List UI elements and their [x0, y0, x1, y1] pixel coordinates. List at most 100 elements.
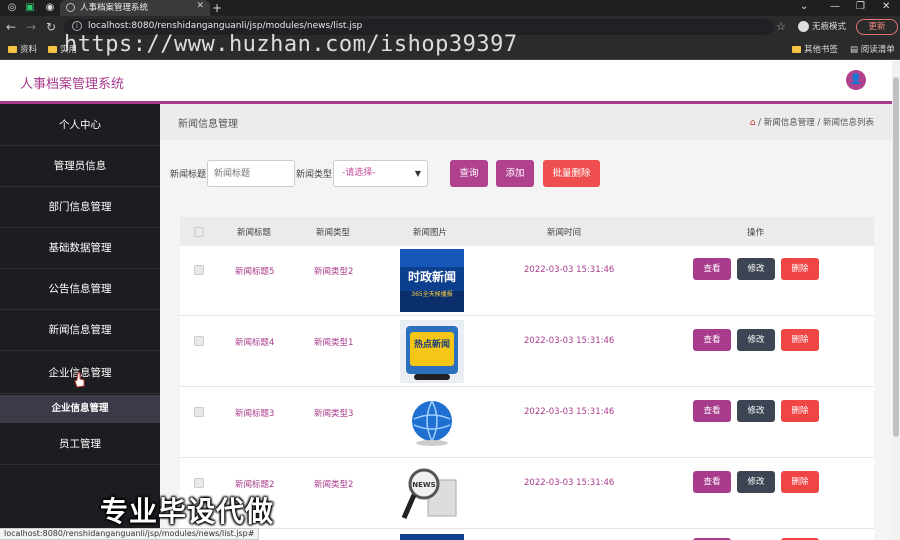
view-button[interactable]: 查看: [693, 329, 731, 351]
edit-button[interactable]: 修改: [737, 258, 775, 280]
news-table: 新闻标题 新闻类型 新闻图片 新闻时间 操作 新闻标题5 新闻类型2 时政新闻 …: [180, 217, 874, 540]
chevron-down-icon: ▼: [414, 169, 421, 178]
reading-list[interactable]: ▤ 阅读清单: [850, 43, 895, 55]
incognito-label: 无痕模式: [812, 22, 847, 32]
update-button[interactable]: 更新: [856, 19, 898, 35]
cell-type: 新闻类型2: [314, 480, 354, 490]
sidebar-item-personal-center[interactable]: 个人中心: [0, 104, 160, 146]
news-image-shizheng-icon: 时政新闻 365全天候播报: [400, 249, 464, 312]
scrollbar-thumb[interactable]: [893, 77, 899, 437]
edit-button[interactable]: 修改: [737, 400, 775, 422]
column-header-title: 新闻标题: [237, 228, 272, 238]
info-icon[interactable]: i: [72, 21, 82, 31]
back-icon[interactable]: ←: [6, 20, 16, 34]
cell-type: 新闻类型2: [314, 267, 354, 277]
type-select-value: -请选择-: [342, 168, 376, 178]
watermark-slogan: 专业毕设代做: [100, 495, 275, 528]
cell-title: 新闻标题2: [235, 480, 275, 490]
delete-button[interactable]: 删除: [781, 471, 819, 493]
news-image-partial: [400, 534, 464, 540]
cell-time: 2022-03-03 15:31:46: [524, 336, 615, 346]
bookmarks-bar: 资料 实用 其他书签 ▤ 阅读清单: [0, 38, 900, 60]
bookmark-label: 阅读清单: [860, 45, 895, 55]
sidebar-item-news[interactable]: 新闻信息管理: [0, 309, 160, 351]
delete-button[interactable]: 删除: [781, 329, 819, 351]
app-tab-icon[interactable]: ▣: [24, 2, 36, 14]
page-title: 新闻信息管理: [178, 119, 238, 130]
bookmark-star-icon[interactable]: ☆: [776, 20, 786, 33]
forward-icon[interactable]: →: [26, 20, 36, 34]
edit-button[interactable]: 修改: [737, 329, 775, 351]
batch-delete-button[interactable]: 批量删除: [543, 160, 600, 187]
news-image: 热点新闻: [400, 320, 464, 383]
tab-close-icon[interactable]: ✕: [196, 1, 204, 11]
image-subcaption: 365全天候播报: [411, 290, 452, 298]
home-icon[interactable]: ⌂: [750, 118, 756, 128]
row-checkbox[interactable]: [194, 265, 204, 275]
column-header-time: 新闻时间: [547, 228, 582, 238]
incognito-indicator[interactable]: 无痕模式: [798, 20, 846, 32]
view-button[interactable]: 查看: [693, 400, 731, 422]
url-input[interactable]: i localhost:8080/renshidanganguanli/jsp/…: [64, 19, 774, 35]
folder-icon: [792, 46, 801, 53]
page-scrollbar[interactable]: [892, 61, 900, 540]
cell-type: 新闻类型3: [314, 409, 354, 419]
reload-icon[interactable]: ↻: [46, 20, 56, 34]
sidebar-item-notice[interactable]: 公告信息管理: [0, 268, 160, 310]
folder-icon: [48, 46, 57, 53]
row-checkbox[interactable]: [194, 407, 204, 417]
row-checkbox[interactable]: [194, 336, 204, 346]
type-select[interactable]: -请选择- ▼: [333, 160, 428, 187]
row-checkbox[interactable]: [194, 478, 204, 488]
query-button[interactable]: 查询: [450, 160, 488, 187]
type-filter-label: 新闻类型: [296, 170, 333, 180]
sidebar-item-employee[interactable]: 员工管理: [0, 423, 160, 465]
cell-title: 新闻标题5: [235, 267, 275, 277]
news-image: NEWS: [400, 462, 464, 525]
restore-icon[interactable]: ❐: [856, 1, 865, 12]
edit-button[interactable]: 修改: [737, 471, 775, 493]
delete-button[interactable]: 删除: [781, 258, 819, 280]
tab-title: 人事档案管理系统: [80, 3, 149, 13]
news-image-globe-icon: [400, 391, 464, 454]
tab-favicon-icon: [66, 3, 75, 12]
news-image-redian-icon: 热点新闻: [400, 320, 464, 383]
chevron-down-icon[interactable]: ⌄: [800, 1, 808, 12]
delete-button[interactable]: 删除: [781, 400, 819, 422]
bookmark-folder-2[interactable]: 实用: [48, 43, 77, 55]
column-header-type: 新闻类型: [316, 228, 351, 238]
sidebar-item-admin[interactable]: 管理员信息: [0, 145, 160, 187]
table-row: [180, 530, 874, 540]
new-tab-icon[interactable]: +: [212, 0, 222, 16]
sidebar-item-basic-data[interactable]: 基础数据管理: [0, 227, 160, 269]
breadcrumb: ⌂ / 新闻信息管理 / 新闻信息列表: [749, 118, 874, 128]
app-header: 人事档案管理系统 👤: [0, 61, 892, 103]
view-button[interactable]: 查看: [693, 258, 731, 280]
page-header: 新闻信息管理 ⌂ / 新闻信息管理 / 新闻信息列表: [160, 104, 892, 140]
breadcrumb-item[interactable]: 新闻信息管理: [764, 118, 815, 128]
window-close-icon[interactable]: ✕: [882, 1, 890, 12]
minimize-icon[interactable]: —: [830, 1, 840, 12]
news-image: 时政新闻 365全天候播报: [400, 249, 464, 312]
bookmark-label: 实用: [60, 45, 78, 55]
column-header-actions: 操作: [747, 228, 765, 238]
table-row: 新闻标题3 新闻类型3 2022-03-03 15:31:46 查看 修改 删除: [180, 388, 874, 458]
breadcrumb-item-current: 新闻信息列表: [822, 118, 874, 128]
title-search-input[interactable]: [207, 160, 295, 187]
github-icon[interactable]: ◉: [44, 2, 56, 14]
address-bar: ← → ↻ i localhost:8080/renshidanganguanl…: [0, 16, 900, 38]
reading-list-icon: ▤: [850, 45, 861, 55]
column-header-image: 新闻图片: [413, 228, 448, 238]
view-button[interactable]: 查看: [693, 471, 731, 493]
select-all-checkbox[interactable]: [194, 227, 204, 237]
other-bookmarks[interactable]: 其他书签: [792, 43, 838, 55]
avatar-icon[interactable]: 👤: [846, 70, 866, 90]
sidebar-item-department[interactable]: 部门信息管理: [0, 186, 160, 228]
browser-tab[interactable]: 人事档案管理系统 ✕: [60, 0, 210, 16]
sidebar-subitem-enterprise[interactable]: 企业信息管理: [0, 395, 160, 423]
chrome-menu-icon[interactable]: ◎: [6, 2, 18, 14]
bookmark-label: 其他书签: [804, 45, 839, 55]
image-caption: NEWS: [412, 481, 435, 489]
add-button[interactable]: 添加: [496, 160, 534, 187]
bookmark-folder-1[interactable]: 资料: [8, 43, 37, 55]
